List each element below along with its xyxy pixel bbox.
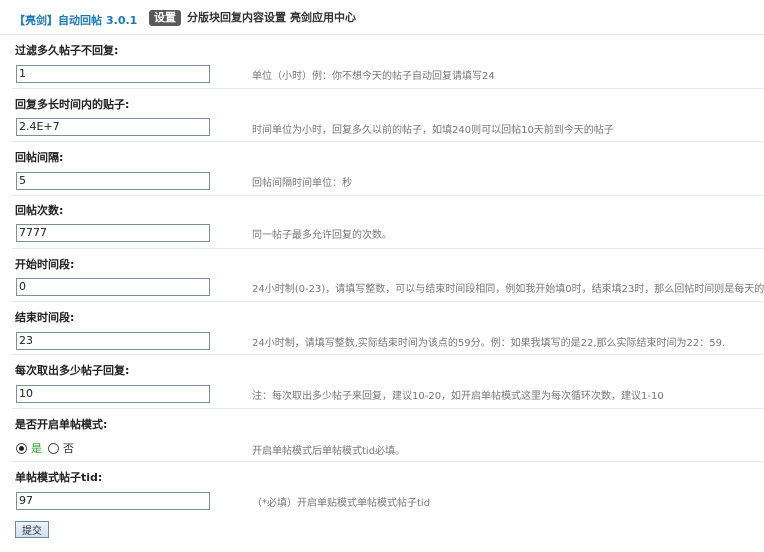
row-divider [12, 141, 764, 142]
tab-settings[interactable]: 设置 [149, 10, 181, 26]
field-hint: 24小时制，请填写整数,实际结束时间为该点的59分。例：如果我填写的是22,那么… [252, 338, 726, 349]
radio-label-yes[interactable]: 是 [31, 440, 42, 456]
app-version: 3.0.1 [106, 14, 138, 27]
reply-range-input[interactable]: 2.4E+7 [16, 118, 210, 136]
row-divider [12, 461, 764, 462]
row-divider [12, 248, 764, 249]
start-hour-input[interactable]: 0 [16, 278, 210, 296]
field-hint: （*必填）开启单贴模式单帖模式帖子tid [252, 498, 431, 509]
row-divider [12, 408, 764, 409]
single-mode-radio-group: 是 否 [16, 440, 80, 456]
field-hint: 回帖间隔时间单位：秒 [252, 178, 352, 189]
row-divider [12, 88, 764, 89]
row-divider [12, 354, 764, 355]
filter-hours-input[interactable]: 1 [16, 65, 210, 83]
field-hint: 同一帖子最多允许回复的次数。 [252, 230, 392, 241]
field-label: 开始时间段: [15, 258, 75, 271]
field-hint: 24小时制(0-23)，请填写整数，可以与结束时间段相同，例如我开始填0时，结束… [252, 284, 764, 295]
single-mode-no-radio[interactable] [48, 442, 59, 454]
field-hint: 注：每次取出多少帖子来回复，建议10-20，如开启单帖模式这里为每次循环次数，建… [252, 391, 664, 402]
field-hint: 时间单位为小时，回复多久以前的帖子，如填240则可以回帖10天前到今天的帖子 [252, 125, 614, 136]
app-title-text: 【亮剑】自动回帖 [14, 14, 102, 27]
submit-button[interactable]: 提交 [15, 521, 49, 538]
top-bar: 【亮剑】自动回帖 3.0.1 设置 分版块回复内容设置 亮剑应用中心 [0, 0, 764, 35]
row-divider [12, 301, 764, 302]
reply-interval-input[interactable]: 5 [16, 172, 210, 190]
field-hint: 开启单帖模式后单帖模式tid必填。 [252, 446, 406, 457]
single-tid-input[interactable]: 97 [16, 492, 210, 510]
field-label: 结束时间段: [15, 311, 75, 324]
radio-label-no[interactable]: 否 [63, 440, 74, 456]
reply-count-input[interactable]: 7777 [16, 224, 210, 242]
field-label: 回帖间隔: [15, 151, 64, 164]
tab-app-center[interactable]: 亮剑应用中心 [290, 10, 356, 26]
tab-board-reply-content[interactable]: 分版块回复内容设置 [187, 10, 286, 26]
row-divider [12, 195, 764, 196]
single-mode-yes-radio[interactable] [16, 442, 27, 454]
field-label: 过滤多久帖子不回复: [15, 44, 119, 57]
field-label: 单帖模式帖子tid: [15, 471, 103, 484]
batch-size-input[interactable]: 10 [16, 385, 210, 403]
end-hour-input[interactable]: 23 [16, 332, 210, 350]
field-hint: 单位（小时）例：你不想今天的帖子自动回复请填写24 [252, 71, 495, 82]
field-label: 是否开启单帖模式: [15, 418, 108, 431]
field-label: 回复多长时间内的贴子: [15, 98, 130, 111]
field-label: 回帖次数: [15, 204, 64, 217]
app-title: 【亮剑】自动回帖 3.0.1 [14, 12, 137, 28]
field-label: 每次取出多少帖子回复: [15, 364, 130, 377]
